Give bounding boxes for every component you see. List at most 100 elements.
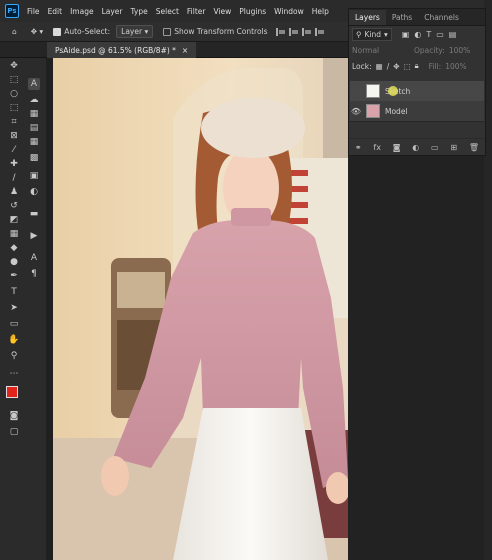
history-icon[interactable]: ◐ [28,186,40,198]
shape-filter-icon[interactable]: ▭ [436,30,444,39]
align-left-icon[interactable] [275,27,286,36]
tab-layers[interactable]: Layers [349,10,386,25]
move-tool-preset-icon[interactable]: ✥ ▾ [31,27,43,36]
auto-select-dropdown[interactable]: Layer ▾ [116,25,154,38]
clone-stamp-icon[interactable]: ♟ [8,186,20,198]
kind-filter-dropdown[interactable]: ⚲ Kind ▾ [352,27,392,41]
screen-mode-icon[interactable]: ▢ [8,426,20,438]
paragraph-icon[interactable]: ¶ [28,268,40,280]
edit-toolbar-icon[interactable]: ⋯ [8,368,20,380]
marquee-icon[interactable]: ⬚ [8,74,20,86]
type-icon[interactable]: T [8,286,20,298]
document-tab[interactable]: PsAide.psd @ 61.5% (RGB/8#) * × [47,42,197,58]
panel-dock-empty [348,154,484,560]
frame-icon[interactable]: ⊠ [8,130,20,142]
adjustments-icon[interactable]: ▤ [28,122,40,134]
lock-image-icon[interactable]: / [387,62,390,71]
lock-position-icon[interactable]: ✥ [393,62,399,71]
close-tab-icon[interactable]: × [182,46,188,55]
path-select-icon[interactable]: ➤ [8,302,20,314]
layer-name[interactable]: Model [385,107,408,116]
menu-file[interactable]: File [23,7,44,16]
search-icon: ⚲ [356,29,362,39]
dodge-icon[interactable]: ● [8,256,20,268]
ai-assistant-icon[interactable]: A [28,78,40,90]
healing-brush-icon[interactable]: ✚ [8,158,20,170]
menu-edit[interactable]: Edit [44,7,67,16]
lock-transparent-icon[interactable]: ▦ [376,62,383,71]
lock-label: Lock: [352,61,372,71]
adjustment-filter-icon[interactable]: ◐ [414,30,421,39]
actions-play-icon[interactable]: ▶ [28,230,40,242]
show-transform-checkbox[interactable] [163,27,172,36]
menu-type[interactable]: Type [127,7,152,16]
quick-mask-icon[interactable]: ◙ [8,410,20,422]
pen-icon[interactable]: ✒ [8,270,20,282]
layer-row-sketch[interactable]: Sketch [350,81,484,102]
menu-view[interactable]: View [209,7,235,16]
eraser-icon[interactable]: ◩ [8,214,20,226]
smart-object-filter-icon[interactable]: ▤ [449,30,457,39]
menu-help[interactable]: Help [308,7,333,16]
document-title: PsAide.psd @ 61.5% (RGB/8#) * [55,45,176,55]
table-icon[interactable]: ▩ [28,152,40,164]
model-photo [53,58,348,560]
align-center-icon[interactable] [288,27,299,36]
tab-paths[interactable]: Paths [386,10,418,25]
gradient-icon[interactable]: ▦ [8,228,20,240]
lock-artboard-icon[interactable]: ⬚ [404,62,411,71]
chevron-down-icon: ▾ [384,29,388,39]
canvas-area[interactable] [46,58,348,560]
lasso-icon[interactable]: ○ [8,88,20,100]
lock-all-icon[interactable]: 🔒︎ [415,61,419,71]
tab-channels[interactable]: Channels [418,10,465,25]
visibility-eye-icon[interactable]: 👁︎ [350,107,362,116]
filter-icons: ▣ ◐ T ▭ ▤ [402,30,457,39]
grid-icon[interactable]: ▦ [28,108,40,120]
history-brush-icon[interactable]: ↺ [8,200,20,212]
eyedropper-icon[interactable]: ⁄ [8,144,20,156]
swatches-icon[interactable]: ▦ [28,136,40,148]
menu-select[interactable]: Select [152,7,183,16]
foreground-color-swatch[interactable] [6,386,18,398]
hand-icon[interactable]: ✋ [8,334,20,346]
zoom-icon[interactable]: ⚲ [8,350,20,362]
menu-image[interactable]: Image [66,7,98,16]
pixel-filter-icon[interactable]: ▣ [402,30,410,39]
photoshop-logo-icon[interactable]: Ps [5,4,19,18]
brush-icon[interactable]: / [8,172,20,184]
fill-value[interactable]: 100% [445,62,466,71]
menu-filter[interactable]: Filter [183,7,210,16]
crop-icon[interactable]: ⌗ [8,116,20,128]
add-mask-icon[interactable]: ◙ [393,143,401,152]
move-icon[interactable]: ✥ [8,60,20,72]
type-filter-icon[interactable]: T [426,30,431,39]
blur-icon[interactable]: ◆ [8,242,20,254]
layer-row-model[interactable]: 👁︎ Model [350,101,484,122]
show-transform-option[interactable]: Show Transform Controls [163,27,268,36]
opacity-value[interactable]: 100% [449,46,470,55]
blend-mode-dropdown[interactable]: Normal [352,46,410,55]
menu-plugins[interactable]: Plugins [235,7,270,16]
auto-select-option[interactable]: Auto-Select: [53,27,110,36]
layer-style-icon[interactable]: fx [373,143,381,152]
delete-layer-icon[interactable]: 🗑︎ [469,143,479,152]
align-right-icon[interactable] [301,27,312,36]
menu-layer[interactable]: Layer [98,7,127,16]
brush-settings-icon[interactable]: ☁ [28,94,40,106]
home-icon[interactable]: ⌂ [12,27,17,36]
rectangle-icon[interactable]: ▭ [8,318,20,330]
character-icon[interactable]: A [28,252,40,264]
image-panel-icon[interactable]: ▣ [28,170,40,182]
new-layer-icon[interactable]: ⊞ [450,143,457,152]
new-group-icon[interactable]: ▭ [431,143,439,152]
align-top-icon[interactable] [314,27,325,36]
menu-window[interactable]: Window [270,7,308,16]
document-canvas[interactable] [53,58,348,560]
comments-icon[interactable]: ▬ [28,208,40,220]
auto-select-checkbox[interactable] [53,27,62,36]
object-select-icon[interactable]: ⬚ [8,102,20,114]
link-layers-icon[interactable]: ⚭ [355,143,362,152]
adjustment-layer-icon[interactable]: ◐ [412,143,419,152]
tools-panel: ✥ ⬚ ○ ⬚ ⌗ ⊠ ⁄ ✚ / ♟ ↺ ◩ ▦ ◆ ● ✒ T ➤ ▭ ✋ … [0,58,47,560]
